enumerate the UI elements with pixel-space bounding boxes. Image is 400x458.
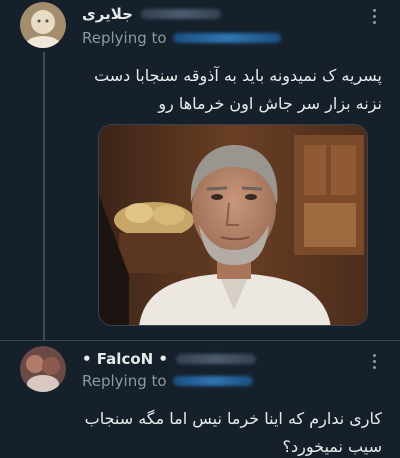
more-options-icon[interactable] <box>366 6 382 26</box>
tweet-image[interactable] <box>98 124 368 326</box>
tweet-2[interactable]: • FalcoN • Replying to کاری ندارم که این… <box>0 341 400 458</box>
tweet-text: کاری ندارم که اینا خرما نیس اما مگه سنجا… <box>84 409 382 456</box>
replying-to-handle-redacted[interactable] <box>172 376 253 386</box>
profile-avatar-icon <box>20 346 66 392</box>
display-name[interactable]: • FalcoN • <box>82 350 168 368</box>
thread-line <box>43 52 45 340</box>
replying-to-handle-redacted[interactable] <box>172 33 281 43</box>
replying-to-label: Replying to <box>82 29 167 47</box>
avatar[interactable] <box>20 346 66 392</box>
tweet-1[interactable]: جلایری Replying to پسریه ک نمیدونه باید … <box>0 0 400 340</box>
replying-to-label: Replying to <box>82 372 167 390</box>
more-options-icon[interactable] <box>366 351 382 371</box>
avatar[interactable] <box>20 2 66 48</box>
username-redacted <box>176 354 257 364</box>
man-portrait-image <box>99 125 367 325</box>
username-redacted <box>140 9 221 19</box>
tweet-text: پسریه ک نمیدونه باید به آذوقه سنجابا دست… <box>94 66 382 113</box>
display-name[interactable]: جلایری <box>82 5 133 23</box>
profile-avatar-icon <box>20 2 66 48</box>
